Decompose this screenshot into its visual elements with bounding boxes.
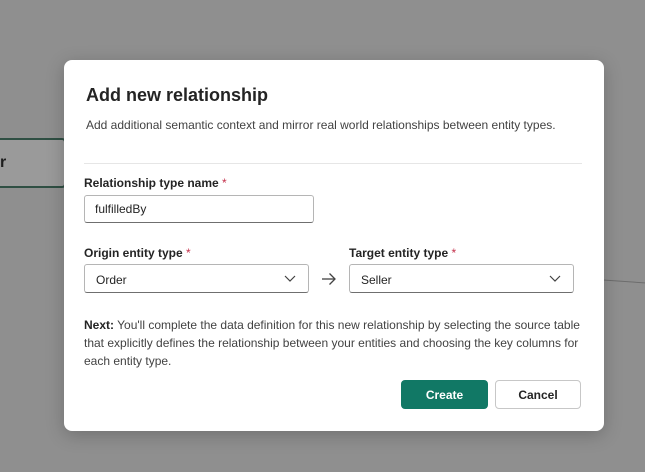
required-mark: * [186, 246, 191, 260]
create-button[interactable]: Create [401, 380, 488, 409]
origin-entity-label: Origin entity type * [84, 246, 191, 260]
origin-entity-dropdown[interactable]: Order [84, 264, 309, 293]
dialog-description: Add additional semantic context and mirr… [86, 118, 556, 132]
required-mark: * [451, 246, 457, 260]
origin-entity-value: Order [96, 273, 127, 287]
arrow-right-icon [322, 273, 336, 285]
background-entity-node [0, 138, 66, 188]
next-step-note: Next: You'll complete the data definitio… [84, 316, 584, 370]
relationship-name-input[interactable] [84, 195, 314, 223]
add-relationship-dialog: Add new relationship Add additional sema… [64, 60, 604, 431]
target-entity-label: Target entity type * [349, 246, 456, 260]
target-entity-label-text: Target entity type [349, 246, 449, 260]
target-entity-dropdown[interactable]: Seller [349, 264, 574, 293]
dialog-divider [84, 163, 582, 164]
origin-entity-label-text: Origin entity type [84, 246, 183, 260]
background-entity-label: r [0, 154, 7, 171]
note-text: You'll complete the data definition for … [84, 318, 580, 368]
chevron-down-icon [549, 275, 561, 282]
required-mark: * [222, 176, 227, 190]
relationship-name-label: Relationship type name * [84, 176, 227, 190]
chevron-down-icon [284, 275, 296, 282]
dialog-title: Add new relationship [86, 85, 269, 105]
note-prefix: Next: [84, 318, 115, 332]
relationship-name-label-text: Relationship type name [84, 176, 219, 190]
cancel-button[interactable]: Cancel [495, 380, 581, 409]
target-entity-value: Seller [361, 273, 392, 287]
